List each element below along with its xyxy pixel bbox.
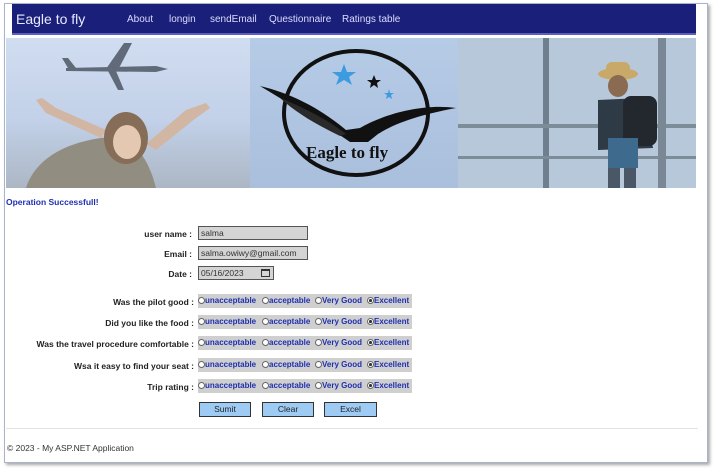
username-input[interactable]: salma <box>198 226 308 240</box>
question-label: Trip rating : <box>147 382 194 392</box>
radio-button[interactable] <box>262 339 269 346</box>
rating-option-label: Excellent <box>374 317 410 326</box>
banner-photo-traveler <box>458 38 696 188</box>
date-input[interactable]: 05/16/2023 <box>198 266 274 280</box>
radio-button[interactable] <box>262 361 269 368</box>
radio-button[interactable] <box>198 339 205 346</box>
rating-option[interactable]: acceptable <box>262 338 310 347</box>
rating-option[interactable]: Excellent <box>367 338 409 347</box>
rating-option-label: Very Good <box>322 296 363 305</box>
calendar-icon[interactable] <box>261 269 270 277</box>
radio-button[interactable] <box>198 318 205 325</box>
radio-button[interactable] <box>367 297 374 304</box>
nav-ratings-table[interactable]: Ratings table <box>342 14 400 25</box>
rating-option-label: acceptable <box>269 381 311 390</box>
nav-about[interactable]: About <box>127 14 153 25</box>
rating-option-label: Very Good <box>322 360 363 369</box>
rating-option[interactable]: Excellent <box>367 360 409 369</box>
rating-radio-group: unacceptable acceptable Very Good Excellent <box>198 336 412 350</box>
rating-option[interactable]: Very Good <box>315 360 362 369</box>
rating-option[interactable]: acceptable <box>262 360 310 369</box>
radio-button[interactable] <box>315 339 322 346</box>
date-value: 05/16/2023 <box>201 268 244 278</box>
radio-button[interactable] <box>367 339 374 346</box>
woman-airplane-illustration <box>6 38 250 188</box>
nav-login[interactable]: longin <box>169 14 196 25</box>
email-input[interactable]: salma.owiwy@gmail.com <box>198 246 308 260</box>
radio-button[interactable] <box>367 318 374 325</box>
clear-button[interactable]: Clear <box>262 402 314 417</box>
rating-option-label: unacceptable <box>205 317 257 326</box>
rating-option-label: acceptable <box>269 296 311 305</box>
rating-option[interactable]: unacceptable <box>198 338 256 347</box>
rating-option[interactable]: Very Good <box>315 338 362 347</box>
rating-option-label: Very Good <box>322 338 363 347</box>
radio-button[interactable] <box>198 382 205 389</box>
rating-option[interactable]: Excellent <box>367 296 409 305</box>
question-label: Was the pilot good : <box>113 297 194 307</box>
excel-button[interactable]: Excel <box>324 402 377 417</box>
radio-button[interactable] <box>315 361 322 368</box>
footer-text: © 2023 - My ASP.NET Application <box>7 443 134 453</box>
footer-divider <box>6 428 698 429</box>
submit-button[interactable]: Sumit <box>199 402 251 417</box>
hero-banner: Eagle to fly <box>6 38 696 188</box>
radio-button[interactable] <box>367 361 374 368</box>
rating-option-label: Very Good <box>322 381 363 390</box>
banner-photo-woman-airplane <box>6 38 250 188</box>
radio-button[interactable] <box>198 297 205 304</box>
eagle-logo <box>260 49 456 177</box>
logo-text: Eagle to fly <box>306 143 389 162</box>
rating-option[interactable]: unacceptable <box>198 381 256 390</box>
rating-option-label: acceptable <box>269 360 311 369</box>
rating-radio-group: unacceptable acceptable Very Good Excellent <box>198 358 412 372</box>
rating-option-label: Very Good <box>322 317 363 326</box>
radio-button[interactable] <box>315 297 322 304</box>
radio-button[interactable] <box>262 318 269 325</box>
rating-option-label: Excellent <box>374 296 410 305</box>
rating-option-label: Excellent <box>374 360 410 369</box>
rating-option-label: unacceptable <box>205 296 257 305</box>
rating-option[interactable]: acceptable <box>262 296 310 305</box>
rating-option-label: acceptable <box>269 338 311 347</box>
question-label: Was the travel procedure comfortable : <box>36 339 194 349</box>
question-label: Did you like the food : <box>105 318 194 328</box>
rating-option[interactable]: Very Good <box>315 296 362 305</box>
rating-option-label: unacceptable <box>205 338 257 347</box>
rating-option[interactable]: acceptable <box>262 317 310 326</box>
rating-option[interactable]: unacceptable <box>198 317 256 326</box>
nav-send-email[interactable]: sendEmail <box>210 14 257 25</box>
rating-radio-group: unacceptable acceptable Very Good Excellent <box>198 379 412 393</box>
rating-option[interactable]: Very Good <box>315 317 362 326</box>
brand-link[interactable]: Eagle to fly <box>16 11 85 27</box>
radio-button[interactable] <box>198 361 205 368</box>
rating-option-label: Excellent <box>374 338 410 347</box>
rating-option-label: Excellent <box>374 381 410 390</box>
radio-button[interactable] <box>315 318 322 325</box>
question-label: Wsa it easy to find your seat : <box>74 361 194 371</box>
username-label: user name : <box>144 229 192 239</box>
radio-button[interactable] <box>262 382 269 389</box>
banner-logo: Eagle to fly <box>250 38 458 188</box>
date-label: Date : <box>168 269 192 279</box>
rating-radio-group: unacceptable acceptable Very Good Excellent <box>198 315 412 329</box>
success-message: Operation Successfull! <box>6 197 99 207</box>
radio-button[interactable] <box>262 297 269 304</box>
rating-option[interactable]: Excellent <box>367 317 409 326</box>
nav-questionnaire[interactable]: Questionnaire <box>269 14 331 25</box>
rating-radio-group: unacceptable acceptable Very Good Excellent <box>198 294 412 308</box>
rating-option[interactable]: Very Good <box>315 381 362 390</box>
rating-option-label: unacceptable <box>205 360 257 369</box>
rating-option-label: acceptable <box>269 317 311 326</box>
rating-option[interactable]: acceptable <box>262 381 310 390</box>
rating-option[interactable]: unacceptable <box>198 360 256 369</box>
email-label: Email : <box>164 249 192 259</box>
rating-option[interactable]: unacceptable <box>198 296 256 305</box>
radio-button[interactable] <box>315 382 322 389</box>
navbar: Eagle to fly About longin sendEmail Ques… <box>12 4 696 35</box>
rating-option-label: unacceptable <box>205 381 257 390</box>
traveler-illustration <box>458 38 696 188</box>
rating-option[interactable]: Excellent <box>367 381 409 390</box>
radio-button[interactable] <box>367 382 374 389</box>
